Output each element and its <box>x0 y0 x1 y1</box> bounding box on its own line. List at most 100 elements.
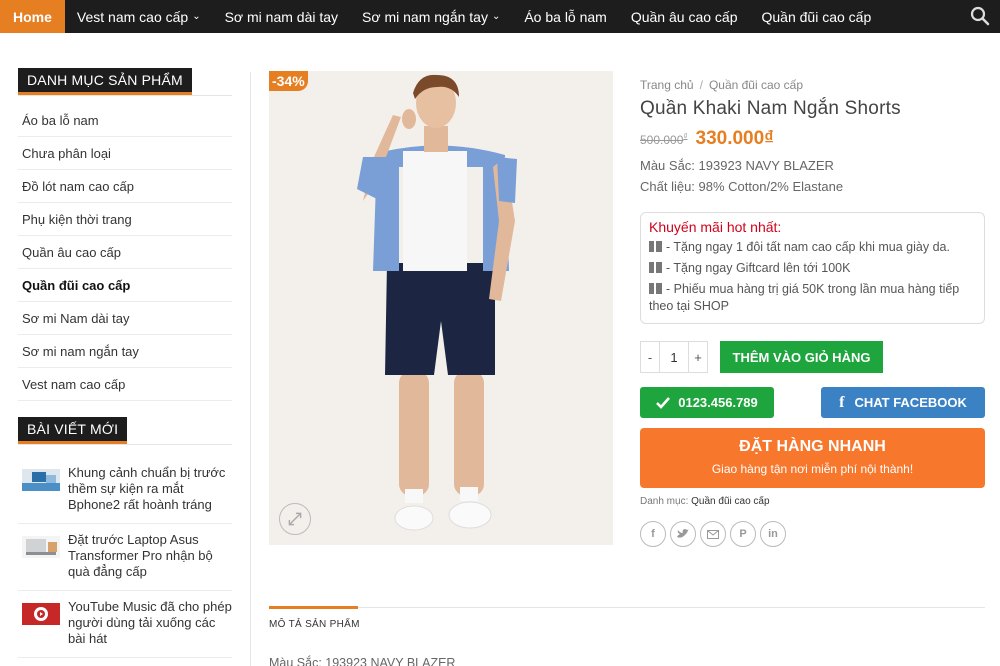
promo-text: - Phiếu mua hàng trị giá 50K trong lần m… <box>649 282 960 313</box>
facebook-icon[interactable]: f <box>640 521 666 547</box>
contact-row: 0123.456.789 f CHAT FACEBOOK <box>640 387 985 418</box>
posted-in-label: Danh mục: <box>640 496 689 507</box>
nav-quan-au[interactable]: Quần âu cao cấp <box>619 0 750 33</box>
chevron-down-icon: ⌄ <box>192 11 201 22</box>
breadcrumb-home[interactable]: Trang chủ <box>640 78 694 92</box>
nav-ao-ba-lo-label: Áo ba lỗ nam <box>524 8 607 25</box>
nav-quan-au-label: Quần âu cao cấp <box>630 8 738 25</box>
color-spec: Màu Sắc: 193923 NAVY BLAZER <box>640 158 834 173</box>
product-title: Quần Khaki Nam Ngắn Shorts <box>640 98 901 119</box>
gift-icon <box>649 262 662 273</box>
promo-item: - Phiếu mua hàng trị giá 50K trong lần m… <box>649 281 976 315</box>
twitter-icon[interactable] <box>670 521 696 547</box>
promo-box: Khuyến mãi hot nhất: - Tặng ngay 1 đôi t… <box>640 212 985 324</box>
post-title[interactable]: Khung cảnh chuẩn bị trước thềm sự kiện r… <box>68 465 232 513</box>
category-item[interactable]: Sơ mi Nam dài tay <box>18 302 232 335</box>
nav-vest[interactable]: Vest nam cao cấp ⌄ <box>65 0 213 33</box>
category-item[interactable]: Áo ba lỗ nam <box>18 104 232 137</box>
old-price: 500.000₫ <box>640 132 688 147</box>
nav-ao-ba-lo[interactable]: Áo ba lỗ nam <box>512 0 619 33</box>
sale-badge: -34% <box>269 71 308 91</box>
chat-facebook-label: CHAT FACEBOOK <box>854 395 967 410</box>
post-item[interactable]: Đặt trước Laptop Asus Transformer Pro nh… <box>18 524 232 591</box>
categories-title: DANH MỤC SẢN PHẨM <box>18 68 192 95</box>
add-to-cart-button[interactable]: THÊM VÀO GIỎ HÀNG <box>720 341 883 373</box>
nav-somi-ngan-tay[interactable]: Sơ mi nam ngắn tay ⌄ <box>350 0 512 33</box>
sidebar-divider <box>250 72 251 666</box>
zoom-icon[interactable] <box>279 503 311 535</box>
promo-text: - Tặng ngay Giftcard lên tới 100K <box>666 261 851 275</box>
phone-label: 0123.456.789 <box>678 395 758 410</box>
old-price-value: 500.000 <box>640 133 684 147</box>
material-spec: Chất liệu: 98% Cotton/2% Elastane <box>640 179 844 194</box>
posts-title: BÀI VIẾT MỚI <box>18 417 128 444</box>
tabs-divider <box>269 607 985 608</box>
post-title[interactable]: YouTube Music đã cho phép người dùng tải… <box>68 599 232 647</box>
nav-quan-dui[interactable]: Quần đũi cao cấp <box>749 0 883 33</box>
category-item[interactable]: Đồ lót nam cao cấp <box>18 170 232 203</box>
post-title[interactable]: Đặt trước Laptop Asus Transformer Pro nh… <box>68 532 232 580</box>
linkedin-icon[interactable]: in <box>760 521 786 547</box>
category-item[interactable]: Quần âu cao cấp <box>18 236 232 269</box>
facebook-icon: f <box>839 393 845 411</box>
posted-in-category-link[interactable]: Quần đũi cao cấp <box>691 496 769 507</box>
nav-somi-ngan-tay-label: Sơ mi nam ngắn tay <box>362 8 488 25</box>
qty-input[interactable]: 1 <box>659 342 689 372</box>
post-thumbnail[interactable] <box>22 536 60 558</box>
nav-quan-dui-label: Quần đũi cao cấp <box>761 8 872 25</box>
post-thumbnail[interactable] <box>22 603 60 625</box>
qty-minus-button[interactable]: - <box>641 342 659 372</box>
categories-header: DANH MỤC SẢN PHẨM <box>18 68 232 96</box>
sidebar: DANH MỤC SẢN PHẨM Áo ba lỗ nam Chưa phân… <box>18 68 232 658</box>
product-image[interactable]: -34% <box>269 71 613 545</box>
category-item[interactable]: Phụ kiện thời trang <box>18 203 232 236</box>
post-item[interactable]: Khung cảnh chuẩn bị trước thềm sự kiện r… <box>18 457 232 524</box>
promo-text: - Tặng ngay 1 đôi tất nam cao cấp khi mu… <box>666 240 950 254</box>
product-photo <box>269 71 613 545</box>
quick-order-title: ĐẶT HÀNG NHANH <box>739 438 886 455</box>
description-text: Màu Sắc: 193923 NAVY BLAZER <box>269 656 456 666</box>
promo-title: Khuyến mãi hot nhất: <box>649 219 782 235</box>
pinterest-icon[interactable]: P <box>730 521 756 547</box>
quick-order-subtitle: Giao hàng tận nơi miễn phí nội thành! <box>711 462 914 476</box>
posted-in: Danh mục: Quần đũi cao cấp <box>640 496 985 507</box>
cart-row: - 1 + THÊM VÀO GIỎ HÀNG <box>640 341 985 373</box>
breadcrumb-category[interactable]: Quần đũi cao cấp <box>709 78 803 92</box>
old-price-currency: ₫ <box>683 132 688 141</box>
post-thumbnail[interactable] <box>22 469 60 491</box>
product-summary: Trang chủ / Quần đũi cao cấp Quần Khaki Na… <box>640 78 985 547</box>
nav-home-label: Home <box>13 8 52 25</box>
category-item[interactable]: Vest nam cao cấp <box>18 368 232 401</box>
tab-description[interactable]: MÔ TẢ SẢN PHẨM <box>269 619 360 630</box>
nav-vest-label: Vest nam cao cấp <box>76 8 189 25</box>
price-row: 500.000₫ 330.000₫ <box>640 128 985 150</box>
category-item[interactable]: Chưa phân loại <box>18 137 232 170</box>
category-item[interactable]: Sơ mi nam ngắn tay <box>18 335 232 368</box>
post-item[interactable]: YouTube Music đã cho phép người dùng tải… <box>18 591 232 658</box>
gift-icon <box>649 283 662 294</box>
qty-plus-button[interactable]: + <box>689 342 707 372</box>
nav-home[interactable]: Home <box>0 0 65 33</box>
tab-active-indicator <box>269 606 358 609</box>
search-icon[interactable] <box>970 6 990 26</box>
chat-facebook-button[interactable]: f CHAT FACEBOOK <box>821 387 985 418</box>
chevron-down-icon: ⌄ <box>491 11 501 22</box>
breadcrumb: Trang chủ / Quần đũi cao cấp <box>640 78 985 92</box>
share-icons: f P in <box>640 521 985 547</box>
sale-price: 330.000₫ <box>695 128 774 149</box>
quantity-stepper: - 1 + <box>640 341 708 373</box>
check-icon <box>656 396 671 409</box>
posts-header: BÀI VIẾT MỚI <box>18 417 232 445</box>
promo-item: - Tặng ngay 1 đôi tất nam cao cấp khi mu… <box>649 239 976 256</box>
phone-button[interactable]: 0123.456.789 <box>640 387 774 418</box>
category-list: Áo ba lỗ nam Chưa phân loại Đồ lót nam c… <box>18 104 232 401</box>
email-icon[interactable] <box>700 521 726 547</box>
top-navigation: Home Vest nam cao cấp ⌄ Sơ mi nam dài tay… <box>0 0 1000 33</box>
nav-somi-dai-tay-label: Sơ mi nam dài tay <box>224 8 339 25</box>
quick-order-button[interactable]: ĐẶT HÀNG NHANH Giao hàng tận nơi miễn ph… <box>640 428 985 488</box>
nav-somi-dai-tay[interactable]: Sơ mi nam dài tay <box>213 0 350 33</box>
gift-icon <box>649 241 662 252</box>
breadcrumb-separator: / <box>699 78 703 92</box>
category-item-current[interactable]: Quần đũi cao cấp <box>18 269 232 302</box>
promo-item: - Tặng ngay Giftcard lên tới 100K <box>649 260 976 277</box>
